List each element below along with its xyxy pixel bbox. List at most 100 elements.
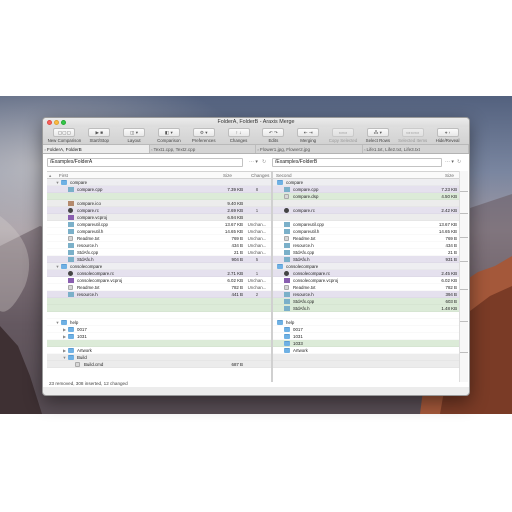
file-row[interactable]: compare.cpp 7.23 KB (273, 186, 459, 193)
file-row[interactable]: Readme.txt 782 B Unchan... (47, 284, 271, 291)
folder-row[interactable]: ▶ 0017 (47, 326, 271, 333)
folder-row[interactable]: ▶ 1031 (47, 333, 271, 340)
copy-selected-button[interactable]: ▭▭ Copy Selected (326, 128, 361, 143)
file-row[interactable]: StdAfx.cpp 603 B (273, 298, 459, 305)
merging-button[interactable]: ⇤ ⇥ Merging (291, 128, 326, 143)
zoom-window-button[interactable] (61, 120, 66, 125)
file-row[interactable]: consolecompare.rc 2.45 KB (273, 270, 459, 277)
placeholder-row[interactable] (273, 200, 459, 207)
disclosure-collapsed-icon[interactable]: ▶ (62, 333, 67, 340)
file-row[interactable]: resource.h 434 B (273, 242, 459, 249)
folder-row[interactable]: ▶ Artwork (47, 347, 271, 354)
disclosure-collapsed-icon[interactable]: ▶ (62, 326, 67, 333)
file-row[interactable]: compareutil.h 14.65 KB Unchan... (47, 228, 271, 235)
tab-foldera-folderb[interactable]: × FolderA, FolderB (43, 145, 150, 153)
file-row[interactable]: StdAfx.h 1.48 KB (273, 305, 459, 312)
tab-flower1-jpg-flower2-jpg[interactable]: × Flower1.jpg, Flower2.jpg (256, 145, 363, 153)
selected-items-button[interactable]: ▭▭▭ Selected Items (395, 128, 430, 143)
item-name: help (286, 320, 295, 325)
close-tab-icon[interactable]: × (257, 145, 259, 153)
file-row[interactable]: compareutil.cpp 13.67 KB (273, 221, 459, 228)
disclosure-expanded-icon[interactable]: ▼ (62, 354, 67, 361)
left-pane[interactable]: ▴ First Size Changes ▼ compare compare.cpp… (47, 171, 271, 382)
file-row[interactable]: compareutil.h 14.65 KB (273, 228, 459, 235)
right-path-field[interactable]: /Examples/FolderB (272, 158, 442, 167)
disclosure-collapsed-icon[interactable]: ▶ (62, 347, 67, 354)
file-row[interactable]: resource.h 434 B Unchan... (47, 242, 271, 249)
folder-row[interactable]: Artwork (273, 347, 459, 354)
left-refresh-icon[interactable]: ↻ (262, 158, 266, 167)
file-row[interactable]: compare.cpp 7.39 KB 8 (47, 186, 271, 193)
file-row[interactable]: Readme.txt 769 B Unchan... (47, 235, 271, 242)
folder-row[interactable]: ▼ consolecompare (47, 263, 271, 270)
placeholder-row[interactable] (273, 312, 459, 319)
folder-row[interactable]: ▼ compare (47, 179, 271, 186)
placeholder-row[interactable] (47, 340, 271, 347)
folder-row[interactable]: 1033 (273, 340, 459, 347)
folder-row[interactable]: 0017 (273, 326, 459, 333)
right-name-header[interactable]: Second (276, 172, 292, 179)
placeholder-row[interactable] (47, 298, 271, 305)
tab-life1-txt-life2-txt-life3-txt[interactable]: × Life1.txt, Life2.txt, Life3.txt (363, 145, 469, 153)
file-row[interactable]: resource.h 394 B (273, 291, 459, 298)
tab-text1-cpp-text2-cpp[interactable]: × Text1.cpp, Text2.cpp (150, 145, 256, 153)
left-path-menu-button[interactable]: ⋯ ▾ (249, 158, 258, 167)
right-path-menu-button[interactable]: ⋯ ▾ (445, 158, 454, 167)
preferences-button[interactable]: ⚙ ▾ Preferences (186, 128, 221, 143)
file-row[interactable]: consolecompare.rc 2.71 KB 1 (47, 270, 271, 277)
file-row[interactable]: Build.cmd 687 B (47, 361, 271, 368)
hide-reveal-button[interactable]: ⌖ › Hide/Reveal (430, 128, 465, 143)
placeholder-row[interactable] (273, 354, 459, 361)
folder-row[interactable]: ▼ Build (47, 354, 271, 361)
file-row[interactable]: StdAfx.cpp 21 B (273, 249, 459, 256)
folder-row[interactable]: consolecompare (273, 263, 459, 270)
file-row[interactable]: Readme.txt 782 B (273, 284, 459, 291)
folder-row[interactable]: help (273, 319, 459, 326)
placeholder-row[interactable] (273, 361, 459, 368)
comparison-button[interactable]: ◧ ▾ Comparison (151, 128, 186, 143)
close-tab-icon[interactable]: × (44, 145, 46, 153)
left-size-header[interactable]: Size (223, 172, 232, 179)
file-row[interactable]: StdAfx.cpp 21 B Unchan... (47, 249, 271, 256)
disclosure-expanded-icon[interactable]: ▼ (55, 263, 60, 270)
start-stop-button[interactable]: ▶ ■ Start/Stop (82, 128, 117, 143)
placeholder-row[interactable] (273, 214, 459, 221)
new-comparison-button[interactable]: ▢▢▢ New Comparison (47, 128, 82, 143)
comparison-overview-scrollbar[interactable] (459, 171, 468, 382)
folder-row[interactable]: ▼ help (47, 319, 271, 326)
file-row[interactable]: StdAfx.h 931 B (273, 256, 459, 263)
right-size-header[interactable]: Size (445, 172, 454, 179)
changes-button[interactable]: ↑ ↓ Changes (221, 128, 256, 143)
right-refresh-icon[interactable]: ↻ (457, 158, 461, 167)
file-row[interactable]: resource.h 441 B 2 (47, 291, 271, 298)
file-row[interactable]: StdAfx.h 904 B 5 (47, 256, 271, 263)
right-pane[interactable]: Second Size compare compare.cpp 7.23 KB com… (273, 171, 459, 382)
file-row[interactable]: compare.vcproj 6.94 KB (47, 214, 271, 221)
placeholder-row[interactable] (47, 193, 271, 200)
close-tab-icon[interactable]: × (151, 145, 153, 153)
file-row[interactable]: Readme.txt 769 B (273, 235, 459, 242)
file-row[interactable]: compare.ico 9.40 KB (47, 200, 271, 207)
placeholder-row[interactable] (47, 305, 271, 312)
disclosure-expanded-icon[interactable]: ▼ (55, 179, 60, 186)
close-tab-icon[interactable]: × (364, 145, 366, 153)
file-row[interactable]: consolecompare.vcproj 6.02 KB Unchan... (47, 277, 271, 284)
left-name-header[interactable]: First (59, 172, 68, 179)
disclosure-expanded-icon[interactable]: ▼ (55, 319, 60, 326)
file-row[interactable]: compare.rc 2.69 KB 1 (47, 207, 271, 214)
edits-button[interactable]: ↶ ↷ Edits (256, 128, 291, 143)
minimize-window-button[interactable] (54, 120, 59, 125)
item-name: compare.rc (77, 208, 99, 213)
left-changes-header[interactable]: Changes (251, 172, 269, 179)
file-row[interactable]: consolecompare.vcproj 6.02 KB (273, 277, 459, 284)
file-row[interactable]: compare.dsp 4.50 KB (273, 193, 459, 200)
folder-row[interactable]: compare (273, 179, 459, 186)
close-window-button[interactable] (47, 120, 52, 125)
placeholder-row[interactable] (47, 312, 271, 319)
select-rows-button[interactable]: ⁂ ▾ Select Rows (360, 128, 395, 143)
left-path-field[interactable]: /Examples/FolderA (47, 158, 243, 167)
layout-button[interactable]: ◫ ▾ Layout (117, 128, 152, 143)
file-row[interactable]: compareutil.cpp 13.67 KB Unchan... (47, 221, 271, 228)
folder-row[interactable]: 1031 (273, 333, 459, 340)
file-row[interactable]: compare.rc 2.42 KB (273, 207, 459, 214)
